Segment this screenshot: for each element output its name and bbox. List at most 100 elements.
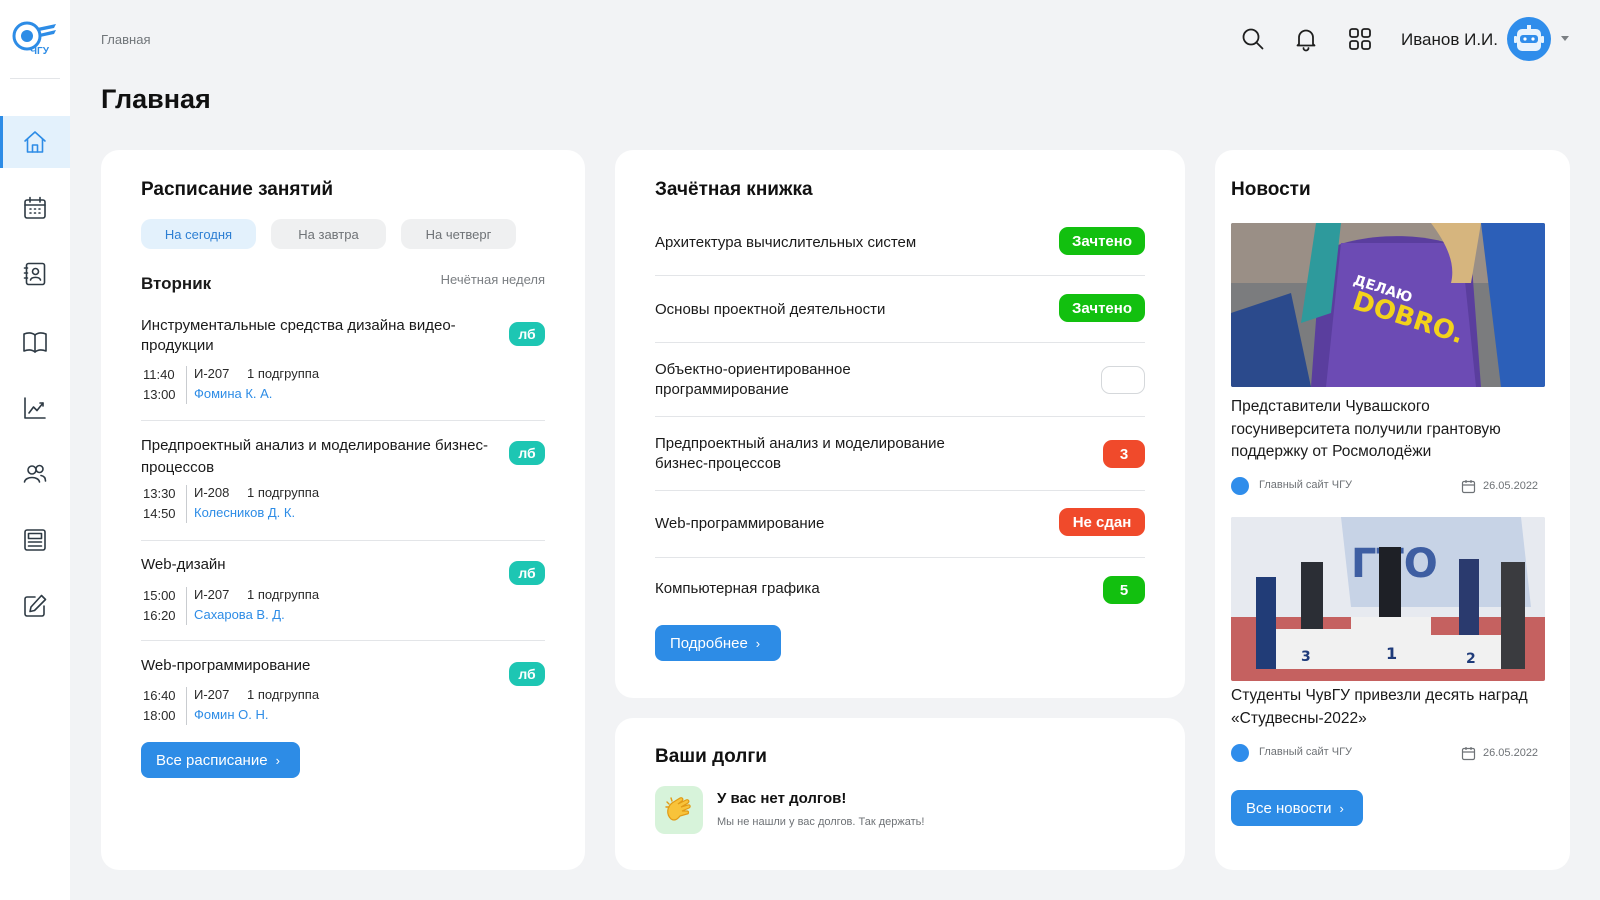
lesson-end-time: 14:50 <box>143 506 176 521</box>
lesson-end-time: 18:00 <box>143 708 176 723</box>
record-book-title: Зачётная книжка <box>655 179 813 200</box>
grade-row[interactable]: Объектно-ориентированное программировани… <box>655 360 1145 402</box>
news-item-title[interactable]: Представители Чувашского госуниверситета… <box>1231 396 1551 464</box>
lesson-divider <box>141 540 545 541</box>
tab-today[interactable]: На сегодня <box>141 219 256 249</box>
home-icon <box>24 131 46 153</box>
lesson-group: 1 подгруппа <box>247 587 320 602</box>
lesson-item[interactable]: Web-программирование лб 16:40 18:00 И-20… <box>141 656 545 728</box>
news-image-2[interactable]: ГТО 3 1 2 <box>1231 517 1545 681</box>
search-icon <box>1242 28 1264 50</box>
grade-badge: Не сдан <box>1059 508 1145 536</box>
no-debts-subtext: Мы не нашли у вас долгов. Так держать! <box>717 816 925 828</box>
grid-icon <box>1349 28 1371 50</box>
grade-subject: Предпроектный анализ и моделирование биз… <box>655 435 945 472</box>
details-button[interactable]: Подробнее › <box>655 625 781 661</box>
sidebar: ЧГУ <box>0 0 70 900</box>
tab-thursday[interactable]: На четверг <box>401 219 516 249</box>
grade-divider <box>655 275 1145 276</box>
volunteer-photo: ДЕЛАЮ DOBRO. <box>1231 223 1545 387</box>
grade-subject: Основы проектной деятельности <box>655 301 886 318</box>
sidebar-item-edit[interactable] <box>0 580 70 632</box>
sidebar-item-people[interactable] <box>0 448 70 500</box>
lesson-start-time: 11:40 <box>143 367 175 382</box>
calendar-icon <box>1461 747 1476 761</box>
news-image-1[interactable]: ДЕЛАЮ DOBRO. <box>1231 223 1545 387</box>
grade-badge-empty <box>1101 366 1145 394</box>
lesson-type-badge: лб <box>509 322 545 346</box>
university-logo[interactable]: ЧГУ <box>10 18 62 62</box>
clapping-hands-glyph <box>665 797 691 821</box>
sidebar-item-library[interactable] <box>0 316 70 368</box>
grade-badge: Зачтено <box>1059 227 1145 255</box>
news-icon <box>24 529 46 551</box>
chevron-down-icon[interactable] <box>1561 36 1569 41</box>
chevron-right-icon: › <box>755 635 761 651</box>
grade-row[interactable]: Компьютерная графика 5 <box>655 574 1145 604</box>
lesson-title: Web-дизайн <box>141 556 226 573</box>
grade-row[interactable]: Основы проектной деятельности Зачтено <box>655 294 1145 324</box>
lesson-start-time: 16:40 <box>143 688 176 703</box>
all-news-button[interactable]: Все новости › <box>1231 790 1363 826</box>
grade-badge: Зачтено <box>1059 294 1145 322</box>
lesson-divider <box>141 640 545 641</box>
grade-row[interactable]: Предпроектный анализ и моделирование биз… <box>655 434 1145 476</box>
lesson-item[interactable]: Предпроектный анализ и моделирование биз… <box>141 435 545 525</box>
lesson-start-time: 13:30 <box>143 486 176 501</box>
all-schedule-button[interactable]: Все расписание › <box>141 742 300 778</box>
news-date: 26.05.2022 <box>1483 747 1539 759</box>
grade-row[interactable]: Web-программирование Не сдан <box>655 508 1145 538</box>
svg-text:1: 1 <box>1386 644 1397 663</box>
all-news-label: Все новости <box>1246 799 1332 817</box>
notifications-button[interactable] <box>1293 26 1319 52</box>
contacts-icon <box>23 262 46 286</box>
sidebar-item-home[interactable] <box>0 116 70 168</box>
lesson-type-badge: лб <box>509 561 545 585</box>
lesson-start-time: 15:00 <box>143 588 176 603</box>
lesson-item[interactable]: Web-дизайн лб 15:00 16:20 И-207 1 подгру… <box>141 555 545 627</box>
debts-title: Ваши долги <box>655 746 767 767</box>
news-title: Новости <box>1231 179 1311 200</box>
robot-avatar-icon <box>1514 25 1544 51</box>
user-name[interactable]: Иванов И.И. <box>1401 30 1498 50</box>
schedule-title: Расписание занятий <box>141 179 334 200</box>
sidebar-item-news[interactable] <box>0 514 70 566</box>
grade-subject: Web-программирование <box>655 515 825 532</box>
details-label: Подробнее <box>670 634 748 652</box>
grade-badge: 3 <box>1103 440 1145 468</box>
lesson-times: 16:40 18:00 <box>143 686 183 726</box>
sidebar-item-schedule[interactable] <box>0 182 70 234</box>
page-title: Главная <box>101 84 211 114</box>
sidebar-divider <box>10 78 60 79</box>
sidebar-item-performance[interactable] <box>0 382 70 434</box>
sidebar-item-contacts[interactable] <box>0 248 70 300</box>
apps-button[interactable] <box>1347 26 1373 52</box>
lesson-room: И-207 <box>194 587 230 602</box>
avatar[interactable] <box>1507 17 1551 61</box>
tab-tomorrow[interactable]: На завтра <box>271 219 386 249</box>
time-divider <box>186 687 187 725</box>
no-debts-headline: У вас нет долгов! <box>717 790 847 807</box>
lesson-teacher-link[interactable]: Колесников Д. К. <box>194 505 295 520</box>
lesson-title: Web-программирование <box>141 657 311 674</box>
grade-row[interactable]: Архитектура вычислительных систем Зачтен… <box>655 227 1145 257</box>
breadcrumb[interactable]: Главная <box>101 32 150 47</box>
lesson-divider <box>141 420 545 421</box>
lesson-teacher-link[interactable]: Сахарова В. Д. <box>194 607 285 622</box>
lesson-teacher-link[interactable]: Фомин О. Н. <box>194 707 268 722</box>
grade-divider <box>655 342 1145 343</box>
lesson-group: 1 подгруппа <box>247 485 320 500</box>
svg-text:3: 3 <box>1301 649 1311 665</box>
logo-text: ЧГУ <box>30 46 49 57</box>
lesson-room: И-208 <box>194 485 230 500</box>
lesson-type-badge: лб <box>509 662 545 686</box>
lesson-group: 1 подгруппа <box>247 366 320 381</box>
lesson-times: 15:00 16:20 <box>143 586 183 626</box>
chart-icon <box>24 397 46 419</box>
lesson-teacher-link[interactable]: Фомина К. А. <box>194 386 272 401</box>
users-icon <box>23 464 47 483</box>
lesson-item[interactable]: Инструментальные средства дизайна видео-… <box>141 316 545 406</box>
news-item-title[interactable]: Студенты ЧувГУ привезли десять наград «С… <box>1231 685 1551 730</box>
source-logo-icon <box>1231 477 1249 495</box>
search-button[interactable] <box>1240 26 1266 52</box>
